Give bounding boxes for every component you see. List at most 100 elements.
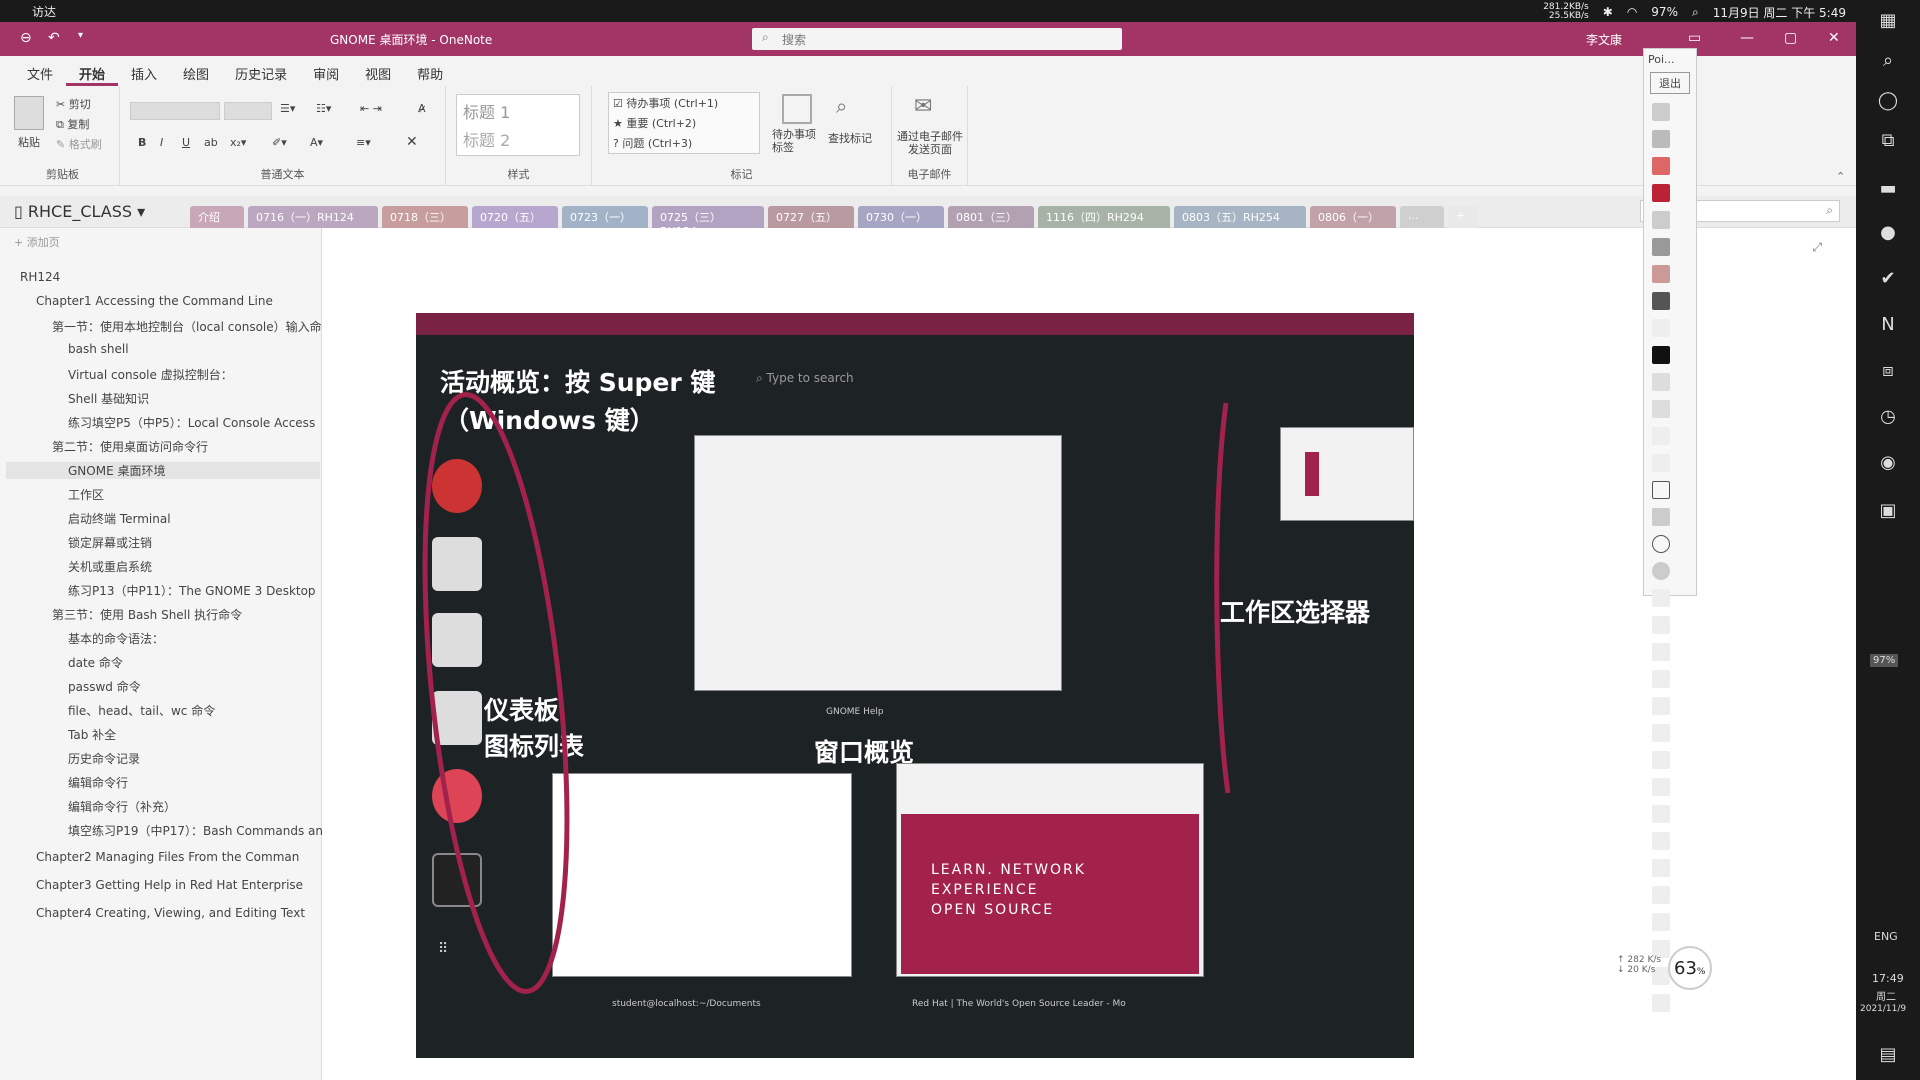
page-item[interactable]: 启动终端 Terminal (68, 510, 171, 527)
close-icon[interactable]: ✕ (1828, 30, 1840, 46)
page-item[interactable]: 编辑命令行 (68, 774, 128, 791)
section-tab[interactable]: ... (1400, 206, 1444, 228)
marker-icon[interactable] (1652, 400, 1670, 418)
page-item[interactable]: 第二节：使用桌面访问命令行 (52, 438, 208, 455)
search-icon[interactable]: ⌕ (1692, 5, 1699, 20)
cross-icon[interactable] (1652, 670, 1670, 688)
align-icon[interactable]: ≡▾ (356, 136, 371, 149)
page-icon[interactable] (1652, 859, 1670, 877)
color-black-icon[interactable] (1652, 346, 1670, 364)
search-input[interactable]: ⌕ 搜索 (752, 28, 1122, 50)
clear-format-icon[interactable]: A̷ (418, 102, 426, 115)
styles-gallery[interactable]: 标题 1 标题 2 (456, 94, 580, 156)
page-item[interactable]: 历史命令记录 (68, 750, 140, 767)
filled-ellipse-icon[interactable] (1652, 562, 1670, 580)
page-item[interactable]: 工作区 (68, 486, 104, 503)
tab-view[interactable]: 视图 (352, 56, 404, 86)
style-heading-2[interactable]: 标题 2 (463, 127, 510, 151)
section-tab[interactable]: 0801（三） (948, 206, 1034, 228)
double-arrow-icon[interactable] (1652, 589, 1670, 607)
page-item[interactable]: Chapter3 Getting Help in Red Hat Enterpr… (36, 878, 303, 892)
paste-icon[interactable] (14, 96, 44, 130)
subscript-icon[interactable]: x₂▾ (230, 136, 246, 149)
tab-draw[interactable]: 绘图 (170, 56, 222, 86)
taskbar-time[interactable]: 17:49 (1872, 972, 1904, 985)
grid-icon[interactable]: ▦ (1876, 10, 1900, 34)
circle-icon[interactable]: ◯ (1876, 90, 1900, 114)
folder-icon[interactable]: ▬ (1876, 178, 1900, 202)
strikethrough-icon[interactable]: ab (204, 136, 218, 149)
page-item[interactable]: Virtual console 虚拟控制台： (68, 366, 233, 383)
numbering-icon[interactable]: ☷▾ (316, 102, 331, 115)
filled-rect-icon[interactable] (1652, 508, 1670, 526)
color-white-icon[interactable] (1652, 319, 1670, 337)
search-icon[interactable]: ⌕ (1876, 50, 1900, 74)
page-item[interactable]: Chapter1 Accessing the Command Line (36, 294, 273, 308)
text-tool-icon[interactable] (1652, 616, 1670, 634)
color-pink-icon[interactable] (1652, 157, 1670, 175)
page-item[interactable]: Tab 补全 (68, 726, 116, 743)
font-family-select[interactable] (130, 102, 220, 120)
tab-file[interactable]: 文件 (14, 56, 66, 86)
collapse-ribbon-icon[interactable]: ⌃ (1836, 170, 1845, 183)
todo-tag-button[interactable]: 待办事项标签 (772, 128, 822, 154)
app-menu[interactable]: 访达 (32, 3, 56, 20)
section-tab[interactable]: 1116（四）RH294 (1038, 206, 1170, 228)
find-tags-icon[interactable]: ⌕ (836, 94, 847, 118)
page-item[interactable]: 练习填空P5（中P5）：Local Console Access (68, 414, 315, 431)
page-item[interactable]: 基本的命令语法： (68, 630, 164, 647)
page-item[interactable]: 填空练习P19（中P17）：Bash Commands an (68, 822, 323, 839)
dot-small-icon[interactable] (1652, 103, 1670, 121)
menubar-datetime[interactable]: 11月9日 周二 下午 5:49 (1713, 4, 1846, 21)
app-icon[interactable]: ◉ (1876, 452, 1900, 476)
battery-status[interactable]: 97% (1651, 5, 1678, 19)
section-tab[interactable]: 0716（一）RH124 (248, 206, 378, 228)
print-icon[interactable] (1652, 913, 1670, 931)
browser-icon[interactable]: ● (1876, 222, 1900, 246)
find-tags-button[interactable]: 查找标记 (828, 130, 872, 146)
format-painter-button[interactable]: ✎ 格式刷 (56, 136, 102, 152)
plus-icon[interactable] (1652, 751, 1670, 769)
exit-button[interactable]: 退出 (1650, 72, 1690, 94)
font-size-select[interactable] (224, 102, 272, 120)
paste-button[interactable]: 粘贴 (18, 134, 40, 150)
bold-icon[interactable]: B (138, 136, 146, 149)
style-heading-1[interactable]: 标题 1 (463, 99, 510, 123)
tab-home[interactable]: 开始 (66, 56, 119, 86)
crop-icon[interactable] (1652, 697, 1670, 715)
tab-history[interactable]: 历史记录 (222, 56, 300, 86)
bluetooth-icon[interactable]: ✱ (1603, 5, 1613, 19)
email-icon[interactable]: ✉ (914, 94, 932, 119)
minimize-icon[interactable]: — (1740, 30, 1754, 46)
color-charcoal-icon[interactable] (1652, 292, 1670, 310)
page-item[interactable]: date 命令 (68, 654, 123, 671)
tag-important[interactable]: ★ 重要 (Ctrl+2) (613, 115, 696, 131)
page-item[interactable]: RH124 (20, 270, 60, 284)
highlight-icon[interactable]: ✐▾ (272, 136, 287, 149)
color-red-icon[interactable] (1652, 184, 1670, 202)
zoom-icon[interactable] (1652, 724, 1670, 742)
section-tab[interactable]: 0723（一） (562, 206, 648, 228)
notebook-picker[interactable]: ▯ RHCE_CLASS ▾ (14, 202, 145, 221)
section-tab[interactable]: 0718（三） (382, 206, 468, 228)
info-icon[interactable] (1652, 994, 1670, 1012)
clock-icon[interactable]: ◷ (1876, 406, 1900, 430)
undo-icon[interactable] (1652, 805, 1670, 823)
add-page-button[interactable]: + 添加页 (14, 234, 60, 250)
color-darkgray-icon[interactable] (1652, 238, 1670, 256)
page-item[interactable]: 锁定屏幕或注销 (68, 534, 152, 551)
page-item[interactable]: Shell 基础知识 (68, 390, 149, 407)
restore-icon[interactable]: ▭ (1688, 30, 1701, 46)
copy-icon[interactable] (1652, 886, 1670, 904)
tab-help[interactable]: 帮助 (404, 56, 456, 86)
todo-icon[interactable]: ✔ (1876, 268, 1900, 292)
section-tab[interactable]: 0720（五） (472, 206, 558, 228)
section-tab[interactable]: 0727（五） (768, 206, 854, 228)
minus-icon[interactable] (1652, 778, 1670, 796)
section-tab[interactable]: 0725（三）RH134 (652, 206, 764, 238)
color-gray-icon[interactable] (1652, 211, 1670, 229)
notification-icon[interactable]: ▤ (1876, 1044, 1900, 1068)
page-item[interactable]: Chapter2 Managing Files From the Comman (36, 850, 299, 864)
page-item[interactable]: 关机或重启系统 (68, 558, 152, 575)
copy-button[interactable]: ⧉ 复制 (56, 116, 89, 132)
